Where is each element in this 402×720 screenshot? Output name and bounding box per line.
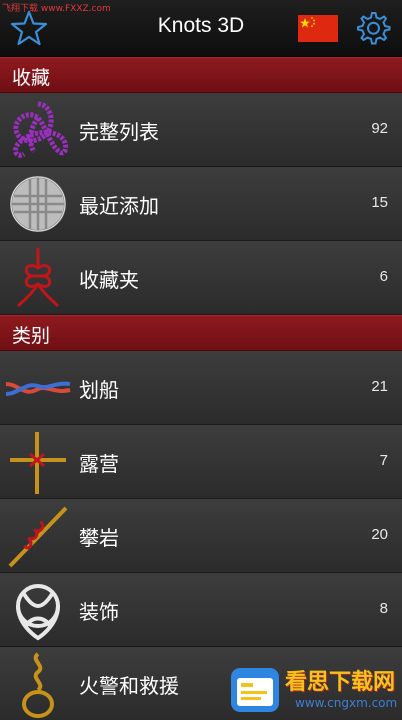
list-item-count: 7 [379,452,388,469]
list-item-count: 20 [371,526,388,543]
list-item-label: 完整列表 [79,120,159,144]
list-item-climbing[interactable]: 攀岩 20 [0,499,402,573]
section-title: 类别 [12,325,51,347]
list-item-count: 15 [371,194,388,211]
list-item-camping[interactable]: 露营 7 [0,425,402,499]
list-item-count: 21 [371,378,388,395]
list-item-label: 装饰 [79,600,119,624]
gear-icon [357,12,391,45]
section-header-favorites: 收藏 [0,57,402,93]
purple-trefoil-knot-icon [13,101,69,158]
list-item-full-list[interactable]: 完整列表 92 [0,93,402,167]
browser-logo-icon [231,668,279,712]
settings-button[interactable] [355,10,391,46]
list-item-count: 6 [379,268,388,285]
app-title: Knots 3D [157,14,245,37]
list-item-recent[interactable]: 最近添加 15 [0,167,402,241]
list-item-label: 收藏夹 [79,268,139,292]
section-header-categories: 类别 [0,315,402,351]
app-screen: Knots 3D 飞翔下载 www.FXXZ.com 收藏 完整列表 92 最近… [0,0,402,720]
china-flag-icon [298,15,338,42]
list-item-count: 92 [371,120,388,137]
camping-lashing-icon [10,432,66,494]
decorative-knot-icon [16,584,60,641]
watermark-badge-url: www.cngxm.com [295,696,398,710]
list-item-label: 最近添加 [79,194,159,218]
list-item-count: 8 [379,600,388,617]
watermark-badge: 看思下载网 www.cngxm.com [225,660,402,720]
climbing-knot-icon [8,506,68,568]
monkey-fist-knot-icon [10,176,66,232]
list-item-label: 火警和救援 [79,674,179,698]
list-item-favorites[interactable]: 收藏夹 6 [0,241,402,315]
red-chinese-knot-icon [16,248,60,308]
list-item-label: 攀岩 [79,526,119,550]
list-item-label: 划船 [79,378,119,402]
rescue-knot-icon [22,652,54,718]
watermark-text: 飞翔下载 www.FXXZ.com [2,4,111,14]
section-title: 收藏 [12,67,51,89]
list-item-boating[interactable]: 划船 21 [0,351,402,425]
boating-knot-icon [5,381,71,396]
list-item-label: 露营 [79,452,119,476]
language-flag-button[interactable] [298,15,338,42]
watermark-badge-title: 看思下载网 [285,670,396,695]
list-item-decorative[interactable]: 装饰 8 [0,573,402,647]
